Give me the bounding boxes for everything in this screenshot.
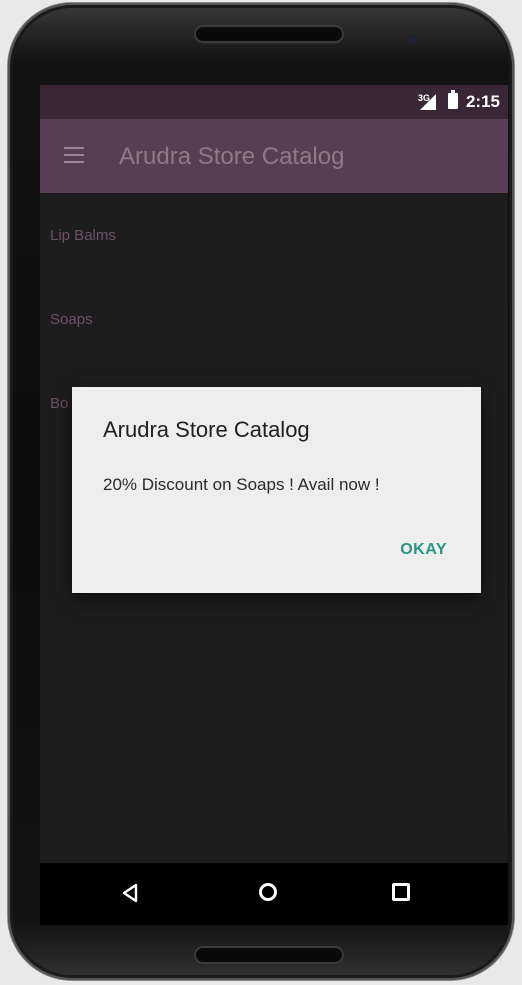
- front-camera: [410, 35, 418, 43]
- cell-signal-icon: [420, 94, 436, 110]
- alert-dialog: Arudra Store Catalog 20% Discount on Soa…: [72, 387, 481, 593]
- status-bar: 3G 2:15: [40, 85, 508, 119]
- phone-frame: 3G 2:15 Arudra Store Catalog Lip Balms S…: [8, 3, 514, 980]
- device-screen: 3G 2:15 Arudra Store Catalog Lip Balms S…: [40, 85, 508, 925]
- back-triangle-icon[interactable]: [122, 883, 138, 903]
- app-bar: Arudra Store Catalog: [40, 119, 508, 193]
- status-time: 2:15: [465, 92, 500, 111]
- bottom-speaker: [194, 946, 344, 964]
- dialog-title: Arudra Store Catalog: [103, 417, 310, 442]
- home-circle-icon[interactable]: [259, 883, 277, 901]
- navigation-bar: [40, 863, 508, 925]
- list-item-lip-balms[interactable]: Lip Balms: [40, 193, 508, 277]
- list-item-label: Soaps: [50, 311, 93, 328]
- list-item-label: Bo: [50, 395, 69, 412]
- app-title: Arudra Store Catalog: [119, 143, 345, 170]
- dialog-message: 20% Discount on Soaps ! Avail now !: [103, 475, 380, 494]
- earpiece-speaker: [194, 25, 344, 43]
- list-item-label: Lip Balms: [50, 227, 116, 244]
- list-item-soaps[interactable]: Soaps: [40, 277, 508, 361]
- hamburger-menu-icon[interactable]: [64, 147, 84, 163]
- okay-button[interactable]: OKAY: [400, 541, 447, 559]
- battery-icon: [448, 90, 458, 109]
- recents-square-icon[interactable]: [392, 883, 410, 901]
